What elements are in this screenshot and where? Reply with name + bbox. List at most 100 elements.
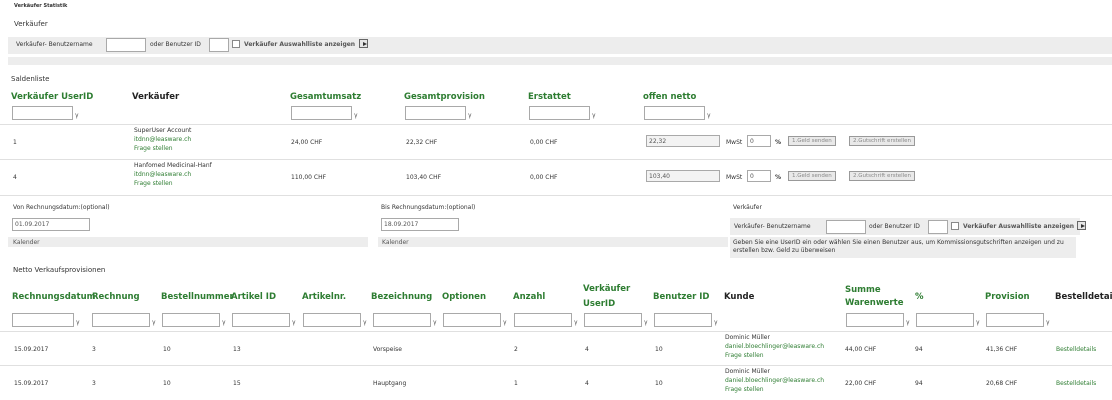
row-summe: 44,00 CHF — [845, 346, 877, 353]
filter-rechnung[interactable] — [92, 313, 150, 327]
send-money-button[interactable]: 1.Geld senden — [788, 171, 836, 181]
filter-gesamtumsatz[interactable] — [291, 106, 352, 120]
divider — [0, 195, 1112, 196]
row-seller-name: Hanfomed Medicinal-Hanf — [134, 162, 212, 169]
filter-icon[interactable]: γ — [292, 319, 296, 326]
row-provision: 41,36 CHF — [986, 346, 1018, 353]
row-offen-input[interactable] — [646, 170, 720, 182]
filter-icon[interactable]: γ — [714, 319, 718, 326]
filter-anzahl[interactable] — [514, 313, 572, 327]
row-artikel-id: 13 — [233, 346, 241, 353]
divider — [0, 159, 1112, 160]
row-seller-name: SuperUser Account — [134, 127, 192, 134]
filter-icon[interactable]: γ — [152, 319, 156, 326]
filter-optionen[interactable] — [443, 313, 501, 327]
divider — [0, 124, 1112, 125]
col-header-anzahl: Anzahl — [513, 292, 546, 302]
filter-icon[interactable]: γ — [503, 319, 507, 326]
filter-icon[interactable]: γ — [592, 112, 596, 119]
filter-rechnungsdatum[interactable] — [12, 313, 74, 327]
row-verkaeufer-userid: 4 — [585, 346, 589, 353]
col-header-optionen: Optionen — [442, 292, 486, 302]
filter-icon[interactable]: γ — [468, 112, 472, 119]
filter-gesamtprovision[interactable] — [405, 106, 466, 120]
row-kunde-ask-link[interactable]: Frage stellen — [725, 352, 764, 359]
col-header-verkaeufer: Verkäufer — [132, 92, 180, 102]
seller-show-button-2[interactable] — [1077, 221, 1086, 230]
col-header-gesamtumsatz: Gesamtumsatz — [290, 92, 362, 102]
from-date-input[interactable] — [12, 218, 90, 231]
seller-filter-sub-bar — [8, 57, 1112, 65]
filter-icon[interactable]: γ — [976, 319, 980, 326]
create-credit-button[interactable]: 2.Gutschrift erstellen — [849, 136, 916, 146]
seller-show-button[interactable] — [359, 39, 368, 48]
filter-icon[interactable]: γ — [644, 319, 648, 326]
row-kunde-email[interactable]: daniel.bloechlinger@leasware.ch — [725, 343, 824, 350]
seller-username-input-2[interactable] — [826, 220, 866, 234]
filter-bestellnummer[interactable] — [162, 313, 220, 327]
filter-benutzer-id[interactable] — [654, 313, 712, 327]
filter-erstattet[interactable] — [529, 106, 590, 120]
filter-provision[interactable] — [986, 313, 1044, 327]
filter-icon[interactable]: γ — [354, 112, 358, 119]
seller-userid-input-2[interactable] — [928, 220, 948, 234]
filter-icon[interactable]: γ — [75, 112, 79, 119]
row-mwst-label: MwSt — [726, 139, 743, 146]
filter-verkaeufer-userid[interactable] — [584, 313, 642, 327]
row-benutzer-id: 10 — [655, 380, 663, 387]
filter-icon[interactable]: γ — [1046, 319, 1050, 326]
filter-bezeichnung[interactable] — [373, 313, 431, 327]
col-header-bezeichnung: Bezeichnung — [371, 292, 433, 302]
row-datum: 15.09.2017 — [14, 346, 49, 353]
seller-selectlist-checkbox-2[interactable] — [951, 222, 959, 230]
row-datum: 15.09.2017 — [14, 380, 49, 387]
row-kunde-name: Dominic Müller — [725, 368, 770, 375]
filter-verkaeufer-userid[interactable] — [12, 106, 73, 120]
row-rechnung: 3 — [92, 380, 96, 387]
from-calendar-link[interactable]: Kalender — [13, 239, 40, 246]
row-gesamtumsatz: 110,00 CHF — [291, 174, 327, 181]
row-bestelldetails-link[interactable]: Bestelldetails — [1056, 380, 1096, 387]
saldenliste-title: Saldenliste — [11, 75, 50, 83]
row-bestelldetails-link[interactable]: Bestelldetails — [1056, 346, 1096, 353]
filter-summe[interactable] — [846, 313, 904, 327]
col-header-artikel-id: Artikel ID — [231, 292, 277, 302]
row-seller-ask-link[interactable]: Frage stellen — [134, 145, 173, 152]
seller-userid-input[interactable] — [209, 38, 229, 52]
to-date-input[interactable] — [381, 218, 459, 231]
filter-offen-netto[interactable] — [644, 106, 705, 120]
create-credit-button[interactable]: 2.Gutschrift erstellen — [849, 171, 916, 181]
filter-icon[interactable]: γ — [222, 319, 226, 326]
filter-icon[interactable]: γ — [707, 112, 711, 119]
row-kunde-email[interactable]: daniel.bloechlinger@leasware.ch — [725, 377, 824, 384]
row-kunde-ask-link[interactable]: Frage stellen — [725, 386, 764, 393]
to-calendar-link[interactable]: Kalender — [382, 239, 409, 246]
col-header-summe-line2: Warenwerte — [845, 298, 904, 308]
filter-icon[interactable]: γ — [433, 319, 437, 326]
row-bestellnummer: 10 — [163, 346, 171, 353]
row-gesamtumsatz: 24,00 CHF — [291, 139, 323, 146]
seller-selectlist-label-2: Verkäufer Auswahlliste anzeigen — [963, 223, 1075, 230]
seller-username-input[interactable] — [106, 38, 146, 52]
filter-artikel-id[interactable] — [232, 313, 290, 327]
row-seller-ask-link[interactable]: Frage stellen — [134, 180, 173, 187]
row-seller-email[interactable]: itdnn@leasware.ch — [134, 136, 191, 143]
row-gesamtprovision: 103,40 CHF — [406, 174, 442, 181]
row-offen-input[interactable] — [646, 135, 720, 147]
row-mwst-input[interactable] — [747, 135, 771, 147]
col-header-verkaeufer-userid-line2: UserID — [583, 299, 616, 309]
send-money-button[interactable]: 1.Geld senden — [788, 136, 836, 146]
seller-selectlist-label: Verkäufer Auswahlliste anzeigen — [244, 41, 356, 48]
filter-icon[interactable]: γ — [76, 319, 80, 326]
col-header-summe-line1: Summe — [845, 285, 881, 295]
row-artikel-id: 15 — [233, 380, 241, 387]
row-seller-email[interactable]: itdnn@leasware.ch — [134, 171, 191, 178]
filter-artikelnr[interactable] — [303, 313, 361, 327]
row-mwst-input[interactable] — [747, 170, 771, 182]
filter-icon[interactable]: γ — [363, 319, 367, 326]
filter-icon[interactable]: γ — [574, 319, 578, 326]
filter-percent[interactable] — [916, 313, 974, 327]
seller-selectlist-checkbox[interactable] — [232, 40, 240, 48]
filter-icon[interactable]: γ — [906, 319, 910, 326]
seller-username-label-2: Verkäufer- Benutzername — [734, 223, 811, 230]
